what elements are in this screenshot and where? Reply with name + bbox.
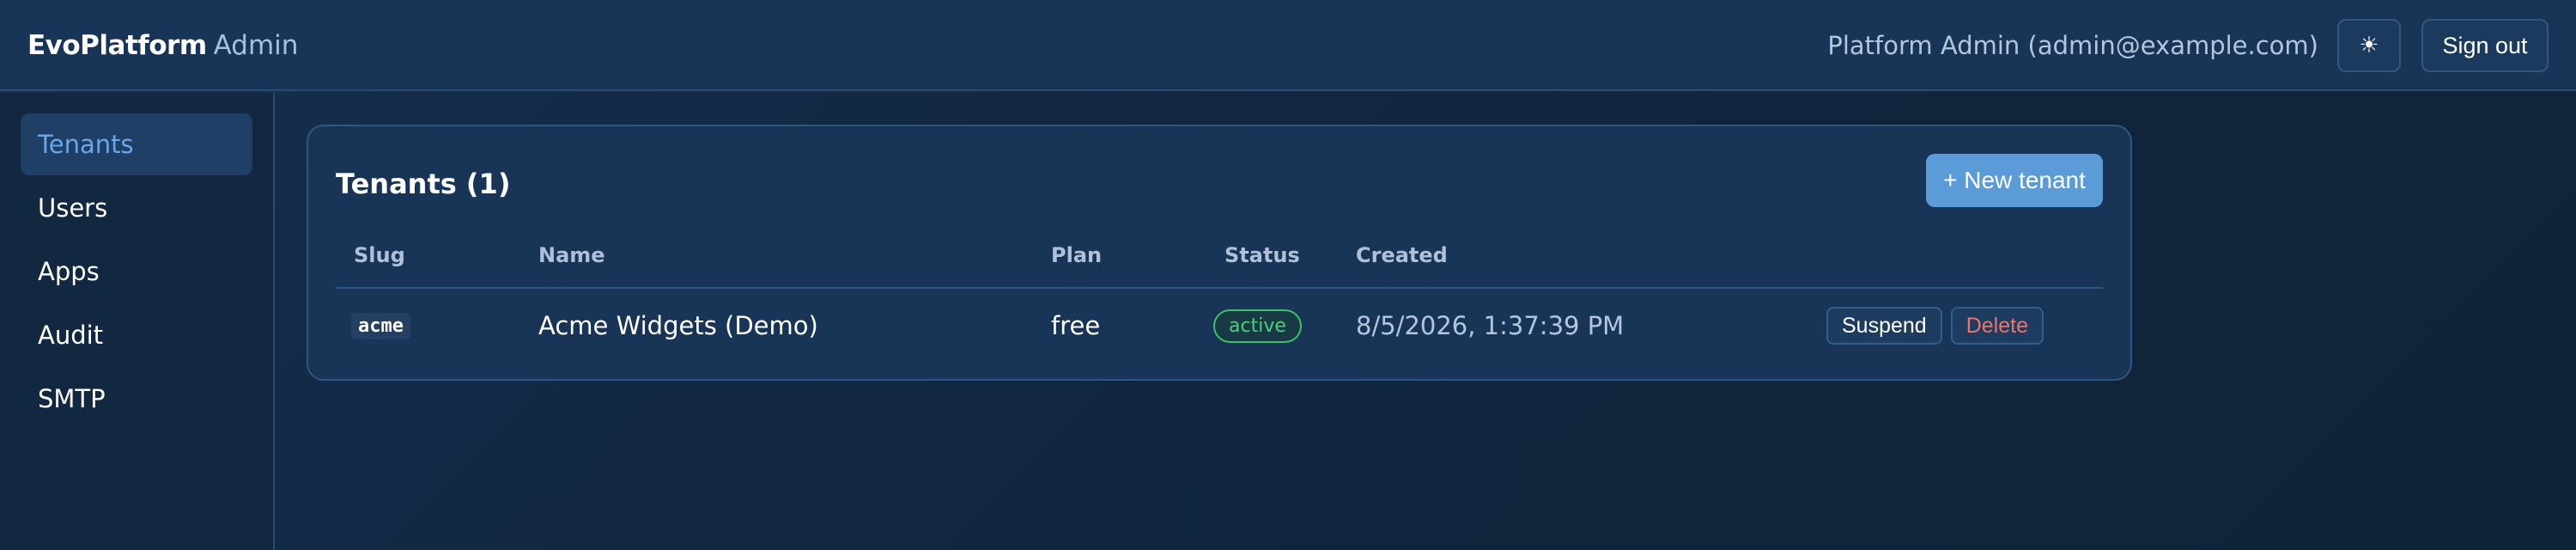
page-title: Tenants (1) (336, 168, 511, 200)
tenant-plan: free (1051, 311, 1101, 340)
suspend-button[interactable]: Suspend (1826, 307, 1942, 345)
sidebar: Tenants Users Apps Audit SMTP (0, 93, 275, 550)
sign-out-button[interactable]: Sign out (2421, 19, 2549, 72)
column-header-name[interactable]: Name (538, 243, 605, 267)
column-header-slug[interactable]: Slug (354, 243, 405, 267)
brand-logo[interactable]: EvoPlatform Admin (27, 0, 298, 91)
column-header-plan[interactable]: Plan (1051, 243, 1102, 267)
column-header-status[interactable]: Status (1224, 243, 1300, 267)
table-header-divider (336, 287, 2103, 289)
new-tenant-button[interactable]: + New tenant (1926, 154, 2103, 207)
tenant-name: Acme Widgets (Demo) (538, 311, 818, 340)
sidebar-item-smtp[interactable]: SMTP (21, 368, 252, 430)
tenants-card: Tenants (1) + New tenant Slug Name Plan … (307, 125, 2132, 381)
status-badge: active (1213, 309, 1302, 343)
sidebar-item-apps[interactable]: Apps (21, 241, 252, 302)
column-header-created[interactable]: Created (1356, 243, 1448, 267)
tenant-created: 8/5/2026, 1:37:39 PM (1356, 311, 1625, 340)
tenant-slug: acme (351, 312, 410, 339)
current-user-label: Platform Admin (admin@example.com) (1827, 31, 2318, 60)
sidebar-item-audit[interactable]: Audit (21, 304, 252, 366)
sidebar-item-users[interactable]: Users (21, 177, 252, 239)
top-bar: EvoPlatform Admin Platform Admin (admin@… (0, 0, 2576, 91)
sidebar-item-tenants[interactable]: Tenants (21, 113, 252, 175)
sun-icon: ☀ (2359, 33, 2379, 58)
brand-name: EvoPlatform (27, 30, 207, 61)
brand-subtitle: Admin (213, 30, 299, 61)
theme-toggle-button[interactable]: ☀ (2337, 19, 2401, 72)
delete-button[interactable]: Delete (1950, 307, 2044, 345)
